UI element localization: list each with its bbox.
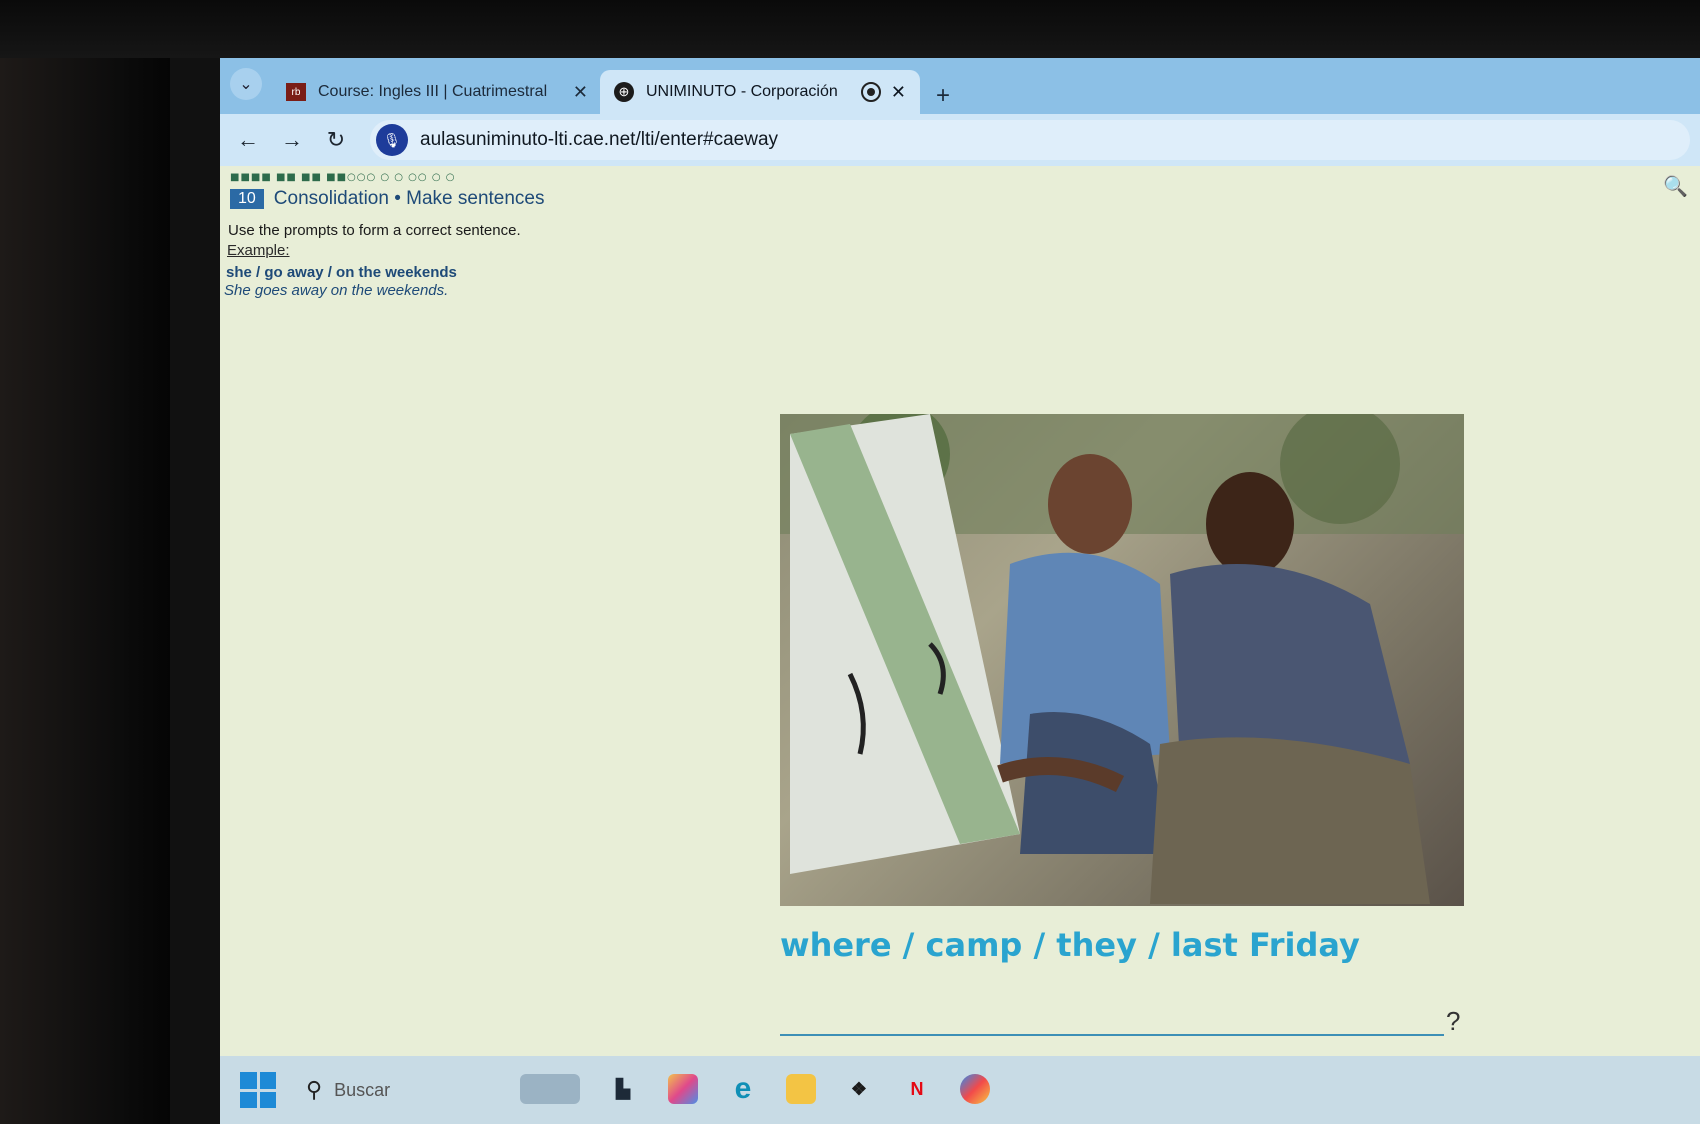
exercise-instruction: Use the prompts to form a correct senten… [228,222,521,239]
task-view-icon[interactable]: ▙ [608,1074,638,1104]
browser-toolbar: ← → ↻ 🎙 aulasuniminuto-lti.cae.net/lti/e… [220,114,1700,166]
recording-icon [860,82,881,102]
dropbox-icon[interactable]: ❖ [844,1074,874,1104]
forward-button[interactable]: → [270,127,314,153]
new-tab-button[interactable]: + [936,82,950,110]
close-icon[interactable]: ✕ [891,82,906,103]
exercise-number-badge: 10 [230,189,264,209]
arrow-right-icon: → [281,127,303,152]
globe-icon: ⊕ [614,82,634,102]
windows-start-button[interactable] [240,1072,276,1108]
back-button[interactable]: ← [226,127,270,153]
weather-widget-icon[interactable] [520,1074,580,1104]
example-answer: She goes away on the weekends. [224,282,449,299]
camping-illustration [780,414,1464,904]
answer-input[interactable] [780,994,1444,1036]
search-placeholder: Buscar [334,1079,391,1100]
netflix-icon[interactable]: N [902,1074,932,1104]
exercise-title: Consolidation • Make sentences [273,188,545,209]
page-content: ■■■■ ■■ ■■ ■■○○○ ○ ○ ○○ ○ ○ 🔍 10 Consoli… [220,166,1700,1056]
search-icon: ⚲ [306,1077,323,1102]
copilot-icon[interactable] [668,1074,698,1104]
camping-photo [780,414,1464,906]
tab-uniminuto[interactable]: ⊕ UNIMINUTO - Corporación ✕ [600,70,920,114]
laptop-screen: ⌄ rb Course: Ingles III | Cuatrimestral … [220,58,1700,1124]
zoom-icon[interactable]: 🔍 [1663,174,1688,199]
edge-browser-icon[interactable]: e [728,1072,758,1105]
question-prompt: where / camp / they / last Friday [780,926,1360,964]
address-bar[interactable]: 🎙 aulasuniminuto-lti.cae.net/lti/enter#c… [370,120,1690,160]
exercise-header: 10 Consolidation • Make sentences [230,188,545,210]
tab-search-dropdown[interactable]: ⌄ [230,68,262,100]
url-text[interactable]: aulasuniminuto-lti.cae.net/lti/enter#cae… [420,129,778,151]
screen-bezel-top [0,0,1700,58]
tab-title: Course: Ingles III | Cuatrimestral [318,83,548,100]
screen-bezel-left [0,0,170,1124]
file-explorer-icon[interactable] [786,1074,816,1104]
example-label: Example: [227,242,290,259]
close-icon[interactable]: ✕ [573,82,588,103]
reload-icon: ↻ [326,127,346,152]
tab-course[interactable]: rb Course: Ingles III | Cuatrimestral ✕ [272,70,602,114]
windows-taskbar: ⚲ Buscar ▙ e ❖ N [220,1056,1700,1124]
progress-indicator: ■■■■ ■■ ■■ ■■○○○ ○ ○ ○○ ○ ○ [230,172,456,183]
chevron-down-icon: ⌄ [239,76,253,93]
answer-suffix: ? [1446,1006,1461,1036]
example-prompt: she / go away / on the weekends [226,264,457,281]
site-info-icon[interactable]: 🎙 [376,124,408,156]
app-icon[interactable] [960,1074,990,1104]
course-favicon-icon: rb [286,83,306,101]
reload-button[interactable]: ↻ [314,127,358,153]
tab-title: UNIMINUTO - Corporación [646,83,838,100]
arrow-left-icon: ← [237,127,259,152]
browser-tab-strip: ⌄ rb Course: Ingles III | Cuatrimestral … [220,58,1700,114]
